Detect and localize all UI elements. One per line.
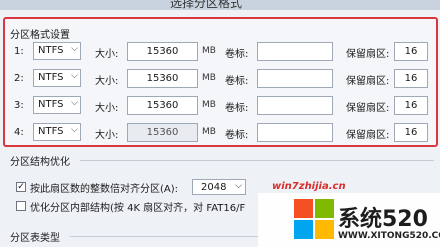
row-number: 4: — [14, 127, 24, 138]
site-watermark: win7zhijia.cn — [272, 181, 346, 192]
brand-url: WWW.XITONG520.COM — [338, 231, 440, 241]
filesystem-select[interactable]: NTFS ⌵ — [33, 96, 81, 114]
volume-label-label: 卷标: — [225, 49, 249, 60]
filesystem-select[interactable]: NTFS ⌵ — [33, 123, 81, 141]
filesystem-value: NTFS — [38, 45, 64, 56]
chevron-down-icon: ⌵ — [71, 125, 78, 135]
size-input[interactable]: 15360 — [127, 123, 198, 142]
size-label: 大小: — [95, 103, 119, 114]
partition-row: 1: NTFS ⌵ 大小: 15360 MB 卷标: 保留扇区: 16 — [0, 42, 440, 64]
window-title: 选择分区格式 — [170, 0, 243, 10]
table-section-label: 分区表类型 — [10, 233, 60, 244]
volume-label-input[interactable] — [257, 42, 333, 61]
partition-row: 3: NTFS ⌵ 大小: 15360 MB 卷标: 保留扇区: 16 — [0, 96, 440, 118]
row-number: 3: — [14, 100, 24, 111]
section-divider — [70, 236, 260, 237]
size-unit: MB — [202, 100, 216, 110]
volume-label-input[interactable] — [257, 123, 333, 142]
inner-optimize-label: 优化分区内部结构(按 4K 扇区对齐，对 FAT16/F — [30, 203, 246, 214]
size-unit: MB — [202, 73, 216, 83]
reserved-sectors-label: 保留扇区: — [346, 103, 390, 114]
format-section-label: 分区格式设置 — [10, 30, 70, 41]
size-unit: MB — [202, 127, 216, 137]
reserved-sectors-input[interactable]: 16 — [394, 42, 428, 61]
filesystem-select[interactable]: NTFS ⌵ — [33, 69, 81, 87]
row-number: 1: — [14, 46, 24, 57]
windows-logo-icon — [294, 199, 334, 239]
logo-tile — [294, 199, 313, 218]
align-select[interactable]: 2048 ⌵ — [192, 179, 246, 195]
volume-label-input[interactable] — [257, 69, 333, 88]
volume-label-label: 卷标: — [225, 103, 249, 114]
filesystem-value: NTFS — [38, 126, 64, 137]
reserved-sectors-label: 保留扇区: — [346, 130, 390, 141]
filesystem-select[interactable]: NTFS ⌵ — [33, 42, 81, 60]
optimize-section-label: 分区结构优化 — [10, 157, 70, 168]
align-label: 按此扇区数的整数倍对齐分区(A): — [30, 184, 179, 195]
row-number: 2: — [14, 73, 24, 84]
size-unit: MB — [202, 46, 216, 56]
chevron-down-icon: ⌵ — [71, 44, 78, 54]
volume-label-input[interactable] — [257, 96, 333, 115]
chevron-down-icon: ⌵ — [235, 181, 242, 191]
size-label: 大小: — [95, 130, 119, 141]
size-label: 大小: — [95, 76, 119, 87]
brand-name: 系统520 — [338, 207, 428, 232]
reserved-sectors-input[interactable]: 16 — [394, 96, 428, 115]
align-value: 2048 — [201, 182, 227, 193]
title-bar: 选择分区格式 — [0, 0, 440, 10]
inner-optimize-checkbox[interactable] — [16, 201, 26, 211]
section-divider — [80, 160, 434, 161]
volume-label-label: 卷标: — [225, 76, 249, 87]
chevron-down-icon: ⌵ — [71, 71, 78, 81]
size-input[interactable]: 15360 — [127, 42, 198, 61]
reserved-sectors-input[interactable]: 16 — [394, 123, 428, 142]
filesystem-value: NTFS — [38, 72, 64, 83]
reserved-sectors-label: 保留扇区: — [346, 76, 390, 87]
size-input[interactable]: 15360 — [127, 69, 198, 88]
logo-tile — [315, 199, 334, 218]
size-label: 大小: — [95, 49, 119, 60]
size-input[interactable]: 15360 — [127, 96, 198, 115]
partition-row: 4: NTFS ⌵ 大小: 15360 MB 卷标: 保留扇区: 16 — [0, 123, 440, 145]
reserved-sectors-label: 保留扇区: — [346, 49, 390, 60]
chevron-down-icon: ⌵ — [71, 98, 78, 108]
filesystem-value: NTFS — [38, 99, 64, 110]
logo-tile — [294, 220, 313, 239]
reserved-sectors-input[interactable]: 16 — [394, 69, 428, 88]
volume-label-label: 卷标: — [225, 130, 249, 141]
logo-tile — [315, 220, 334, 239]
align-checkbox[interactable]: ✓ — [16, 182, 26, 192]
partition-row: 2: NTFS ⌵ 大小: 15360 MB 卷标: 保留扇区: 16 — [0, 69, 440, 91]
